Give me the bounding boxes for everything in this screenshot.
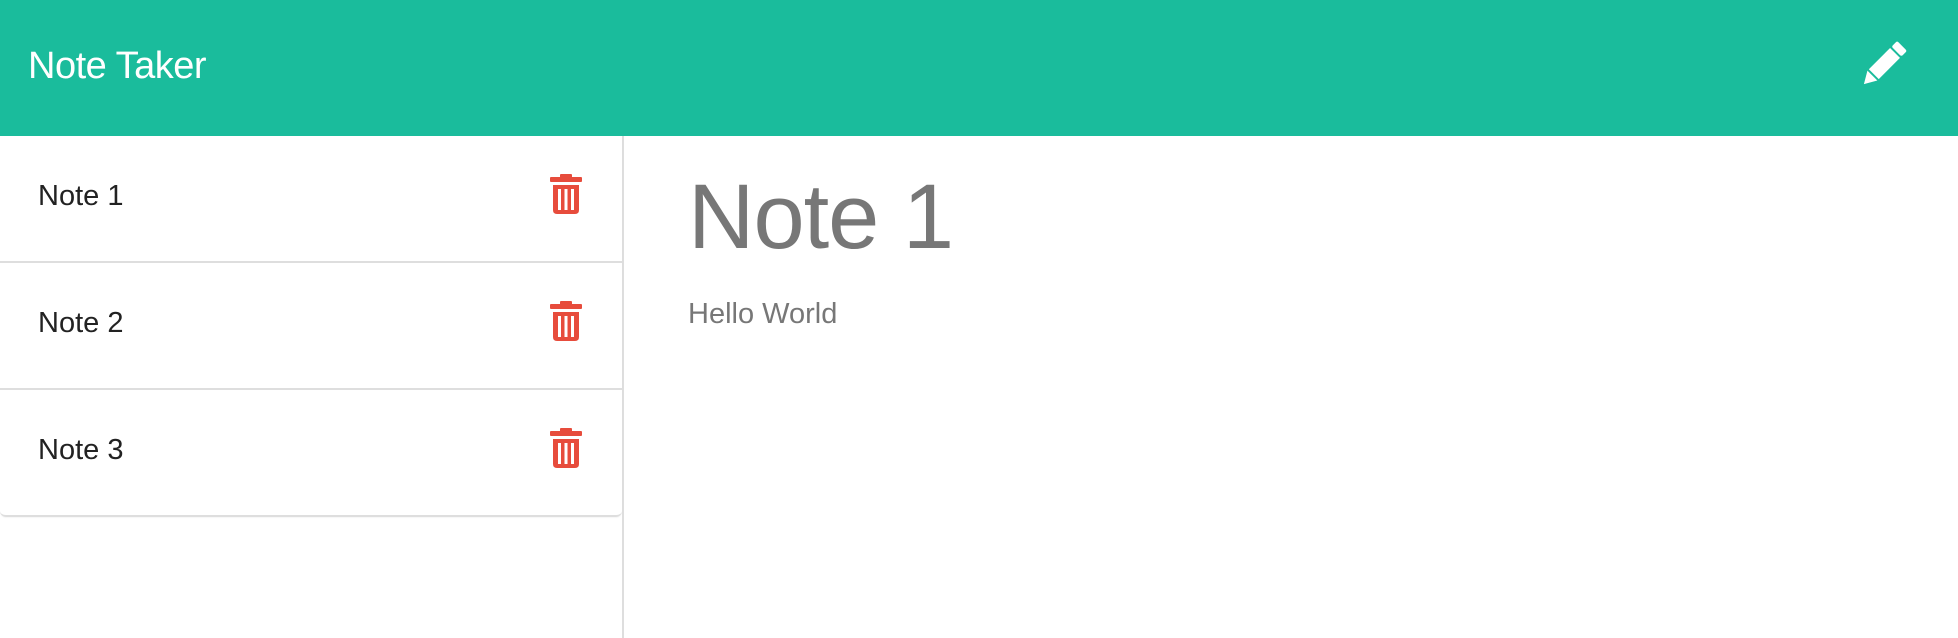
note-title: Note 2 — [38, 307, 124, 339]
trash-icon — [550, 174, 582, 214]
note-text-area[interactable]: Hello World — [688, 294, 837, 334]
list-item[interactable]: Note 2 — [0, 263, 622, 390]
sidebar: Note 1 Note 2 Note 3 — [0, 136, 624, 638]
list-item[interactable]: Note 3 — [0, 390, 622, 515]
note-editor: Note 1 Hello World — [624, 136, 1958, 638]
delete-note-button[interactable] — [549, 301, 583, 341]
delete-note-button[interactable] — [549, 428, 583, 468]
delete-note-button[interactable] — [549, 174, 583, 214]
pencil-icon — [1863, 41, 1907, 85]
new-note-button[interactable] — [1854, 36, 1912, 94]
note-title-input[interactable]: Note 1 — [688, 162, 954, 272]
note-list: Note 1 Note 2 Note 3 — [0, 136, 622, 517]
trash-icon — [550, 428, 582, 468]
list-item[interactable]: Note 1 — [0, 136, 622, 263]
trash-icon — [550, 301, 582, 341]
app-title[interactable]: Note Taker — [28, 40, 207, 92]
navbar: Note Taker — [0, 0, 1958, 136]
note-title: Note 1 — [38, 180, 124, 212]
note-title: Note 3 — [38, 434, 124, 466]
